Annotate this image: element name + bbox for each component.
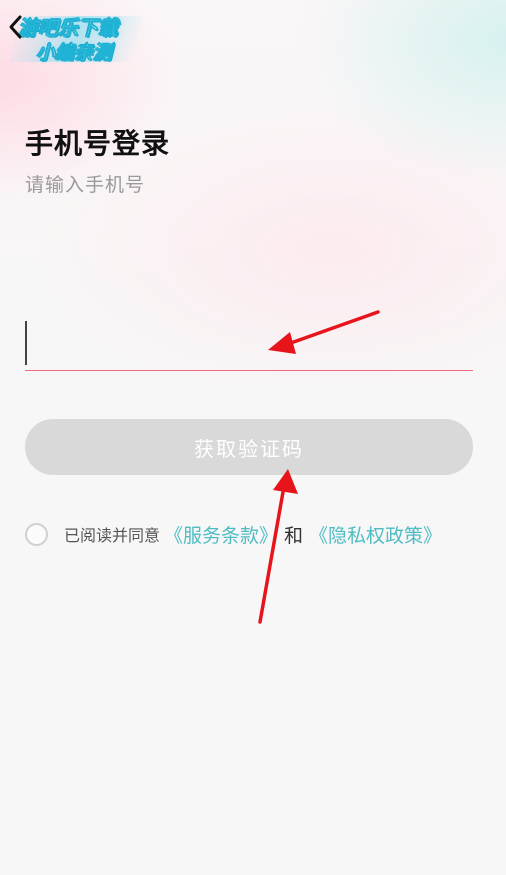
chevron-left-icon[interactable]	[4, 12, 28, 42]
terms-link[interactable]: 《服务条款》	[164, 521, 278, 548]
agreement-conjunction: 和	[284, 524, 304, 547]
page-title: 手机号登录	[25, 127, 171, 160]
phone-input[interactable]	[25, 318, 473, 371]
page-subtitle: 请输入手机号	[25, 174, 146, 196]
privacy-link[interactable]: 《隐私权政策》	[309, 521, 442, 548]
watermark-logo: 游吧乐下载 小编亲测	[9, 12, 146, 68]
text-cursor	[25, 321, 27, 365]
watermark-line-2: 小编亲测	[36, 42, 113, 65]
agreement-row: 已阅读并同意 《服务条款》 和 《隐私权政策》	[25, 516, 442, 552]
agreement-checkbox[interactable]	[25, 522, 48, 546]
agreement-prefix: 已阅读并同意	[64, 526, 161, 545]
get-code-button[interactable]: 获取验证码	[25, 419, 473, 475]
watermark-line-1: 游吧乐下载	[18, 16, 119, 41]
